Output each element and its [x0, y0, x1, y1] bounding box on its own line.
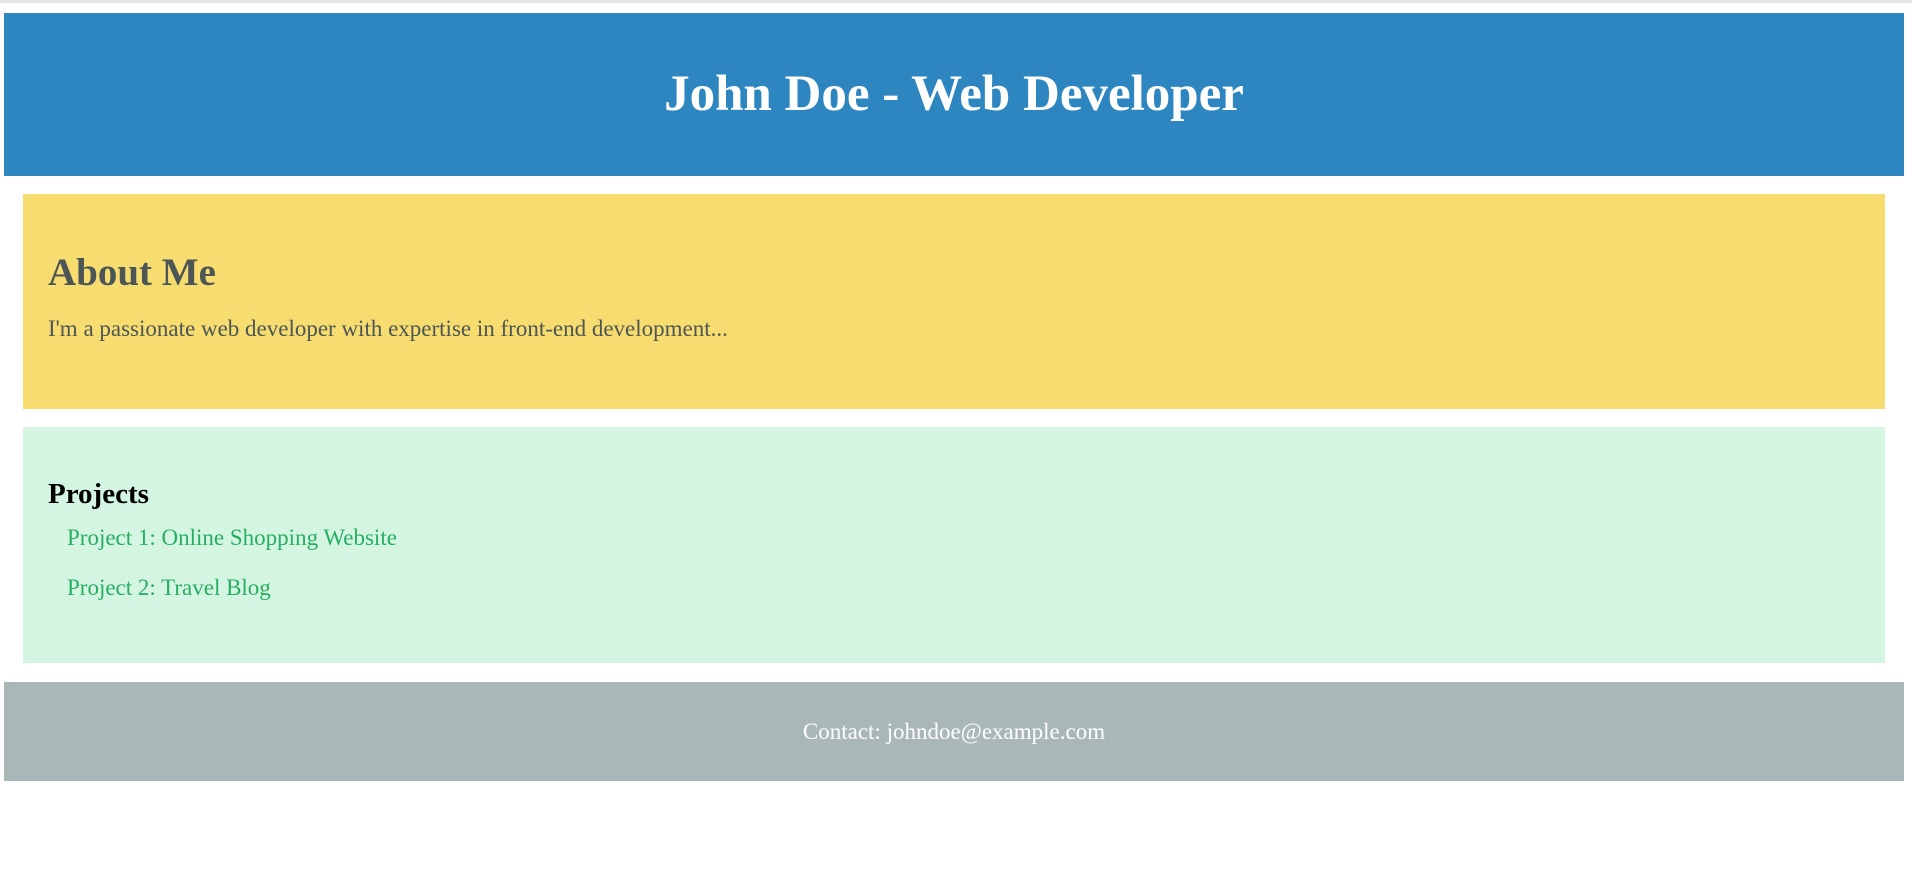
- page-title: John Doe - Web Developer: [664, 65, 1244, 122]
- projects-section: Projects Project 1: Online Shopping Webs…: [23, 427, 1885, 663]
- projects-list: Project 1: Online Shopping Website Proje…: [48, 524, 1860, 602]
- contact-text: Contact: johndoe@example.com: [802, 718, 1106, 744]
- about-section: About Me I'm a passionate web developer …: [23, 194, 1885, 409]
- page-header: John Doe - Web Developer: [4, 13, 1904, 176]
- about-heading: About Me: [48, 251, 216, 294]
- page-footer: Contact: johndoe@example.com: [4, 682, 1904, 781]
- project-item-travel-blog[interactable]: Project 2: Travel Blog: [67, 574, 1860, 602]
- top-border: [0, 0, 1912, 3]
- about-text: I'm a passionate web developer with expe…: [48, 315, 728, 341]
- projects-heading: Projects: [48, 478, 149, 510]
- project-item-online-shopping[interactable]: Project 1: Online Shopping Website: [67, 524, 1860, 552]
